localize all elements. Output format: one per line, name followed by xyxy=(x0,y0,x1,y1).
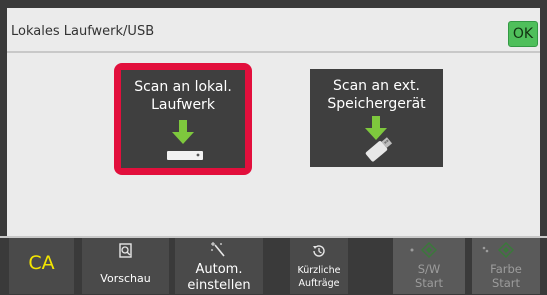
magic-wand-icon xyxy=(211,242,225,257)
scan-to-local-drive-button[interactable]: Scan an lokal. Laufwerk xyxy=(114,63,252,175)
download-to-usb-icon xyxy=(365,116,393,162)
title-divider xyxy=(7,51,540,53)
page-title: Lokales Laufwerk/USB xyxy=(11,24,155,39)
local-label-line1: Scan an lokal. xyxy=(134,79,232,95)
color-label-line2: Start xyxy=(491,276,521,290)
scan-to-external-storage-button[interactable]: Scan an ext. Speichergerät xyxy=(310,69,443,167)
bw-label-line1: S/W xyxy=(417,262,441,276)
scan-to-external-storage-label: Scan an ext. Speichergerät xyxy=(310,77,443,113)
preview-icon xyxy=(119,243,132,258)
preview-label: Vorschau xyxy=(100,272,151,285)
ok-button[interactable]: OK xyxy=(508,21,538,47)
download-to-drive-icon xyxy=(167,120,203,160)
main-panel: Lokales Laufwerk/USB OK Scan an lokal. L… xyxy=(7,8,540,236)
bw-start-button[interactable]: S/W Start xyxy=(393,238,465,294)
start-diamond-icon xyxy=(482,242,514,258)
scan-to-local-drive-label: Scan an lokal. Laufwerk xyxy=(121,78,245,114)
scan-to-local-drive-tile: Scan an lokal. Laufwerk xyxy=(121,70,245,168)
recent-jobs-button[interactable]: Kürzliche Aufträge xyxy=(290,238,348,294)
auto-adjust-label: Autom. einstellen xyxy=(175,262,263,294)
color-label-line1: Farbe xyxy=(490,262,522,276)
local-label-line2: Laufwerk xyxy=(151,97,215,113)
recent-label-line2: Aufträge xyxy=(298,278,340,289)
ext-label-line2: Speichergerät xyxy=(327,96,426,112)
color-start-button[interactable]: Farbe Start xyxy=(472,238,540,294)
screen: Lokales Laufwerk/USB OK Scan an lokal. L… xyxy=(0,0,547,295)
ca-button[interactable]: CA xyxy=(9,238,74,294)
ext-label-line1: Scan an ext. xyxy=(333,78,420,94)
recent-jobs-label: Kürzliche Aufträge xyxy=(290,264,348,290)
bw-label-line2: Start xyxy=(414,276,444,290)
bw-start-label: S/W Start xyxy=(393,262,465,290)
recent-jobs-icon xyxy=(313,245,325,257)
auto-label-line2: einstellen xyxy=(187,278,251,293)
auto-adjust-button[interactable]: Autom. einstellen xyxy=(175,238,263,294)
color-start-label: Farbe Start xyxy=(472,262,540,290)
ca-label: CA xyxy=(28,252,55,274)
start-diamond-icon xyxy=(410,242,437,258)
preview-button[interactable]: Vorschau xyxy=(82,238,169,294)
title-bar: Lokales Laufwerk/USB OK xyxy=(7,8,540,51)
auto-label-line1: Autom. xyxy=(195,262,243,277)
recent-label-line1: Kürzliche xyxy=(297,265,341,276)
